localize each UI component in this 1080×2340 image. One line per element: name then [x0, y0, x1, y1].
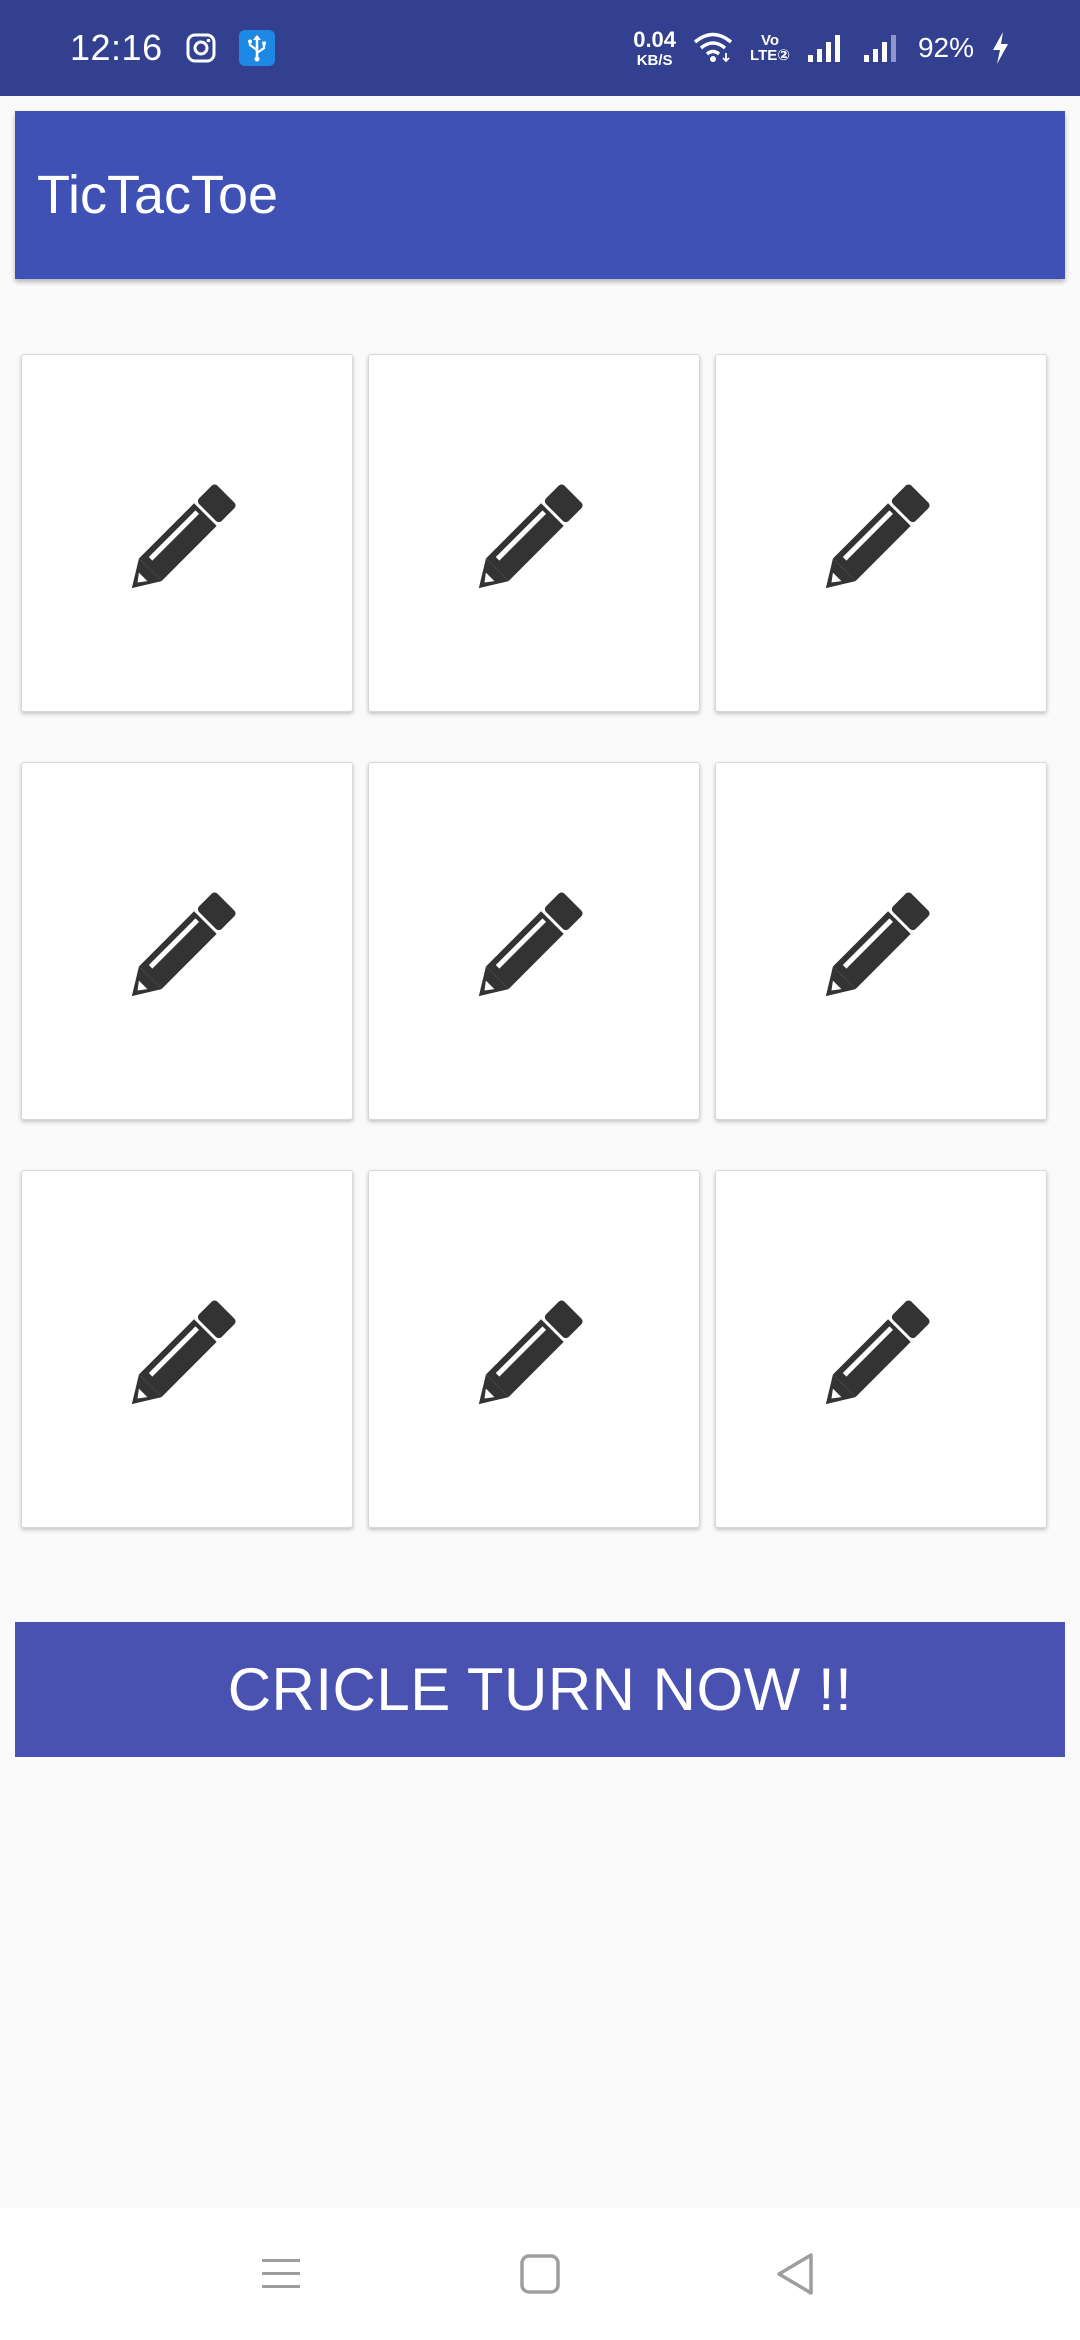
- board-cell-9[interactable]: [715, 1170, 1047, 1528]
- status-time: 12:16: [70, 27, 163, 68]
- board-cell-2[interactable]: [368, 354, 700, 712]
- back-icon: [777, 2253, 813, 2295]
- pencil-icon: [131, 892, 236, 997]
- board-cell-5[interactable]: [368, 762, 700, 1120]
- net-speed: 0.04 KB/S: [633, 26, 677, 69]
- volte-bottom: LTE②: [750, 47, 790, 64]
- board-cell-1[interactable]: [21, 354, 353, 712]
- pencil-icon: [825, 1300, 930, 1405]
- volte-indicator: Vo LTE②: [750, 33, 790, 63]
- pencil-icon: [478, 484, 583, 589]
- status-bar: 12:16 0.04 KB/S Vo LTE② 92%: [0, 0, 1080, 96]
- usb-icon: [238, 30, 275, 66]
- home-button[interactable]: [480, 2208, 600, 2340]
- board-cell-8[interactable]: [368, 1170, 700, 1528]
- pencil-icon: [825, 892, 930, 997]
- board-cell-6[interactable]: [715, 762, 1047, 1120]
- board-cell-4[interactable]: [21, 762, 353, 1120]
- app-title: TicTacToe: [37, 165, 279, 225]
- battery-percentage: 92%: [917, 32, 974, 63]
- signal-icon: [806, 33, 846, 63]
- pencil-icon: [478, 1300, 583, 1405]
- home-icon: [520, 2254, 560, 2294]
- net-speed-unit: KB/S: [636, 51, 673, 69]
- app-bar: TicTacToe: [15, 111, 1065, 279]
- charging-icon: [990, 31, 1010, 65]
- board-cell-7[interactable]: [21, 1170, 353, 1528]
- turn-status-banner: CRICLE TURN NOW !!: [15, 1622, 1065, 1757]
- recents-button[interactable]: [222, 2208, 342, 2340]
- pencil-icon: [478, 892, 583, 997]
- back-button[interactable]: [735, 2208, 855, 2340]
- wifi-icon: [692, 31, 734, 65]
- net-speed-value: 0.04: [633, 26, 677, 52]
- pencil-icon: [825, 484, 930, 589]
- board-cell-3[interactable]: [715, 354, 1047, 712]
- volte-top: Vo: [760, 32, 780, 49]
- recents-icon: [262, 2259, 300, 2288]
- navigation-bar: [0, 2208, 1080, 2340]
- pencil-icon: [131, 484, 236, 589]
- instagram-icon: [185, 32, 217, 64]
- signal-icon: [862, 33, 902, 63]
- pencil-icon: [131, 1300, 236, 1405]
